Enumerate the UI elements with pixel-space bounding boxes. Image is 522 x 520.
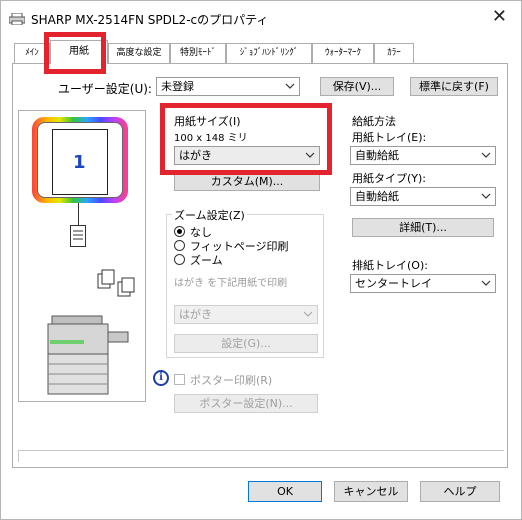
tab-job-handling[interactable]: ｼﾞｮﾌﾞﾊﾝﾄﾞﾘﾝｸﾞ xyxy=(226,43,312,63)
paper-size-select[interactable]: はがき xyxy=(174,146,320,165)
window-title: SHARP MX-2514FN SPDL2-cのプロパティ xyxy=(31,13,269,27)
paper-tray-value: 自動給紙 xyxy=(355,149,399,162)
zoom-group-title: ズーム設定(Z) xyxy=(172,207,247,223)
user-settings-label: ユーザー設定(U): xyxy=(58,82,152,96)
paper-size-value: はがき xyxy=(179,149,212,162)
tab-advanced[interactable]: 高度な設定 xyxy=(108,43,170,63)
fit-paper-value: はがき xyxy=(179,308,212,321)
close-icon[interactable]: ✕ xyxy=(492,8,507,26)
chevron-down-icon xyxy=(303,311,313,317)
paper-type-value: 自動給紙 xyxy=(355,190,399,203)
output-tray-select[interactable]: センタートレイ xyxy=(350,274,496,293)
paper-size-label: 用紙サイズ(I) xyxy=(174,115,241,128)
tab-color[interactable]: ｶﾗｰ xyxy=(374,43,414,63)
tab-paper[interactable]: 用紙 xyxy=(50,40,108,64)
printer-machine-icon xyxy=(47,315,129,395)
fit-paper-select[interactable]: はがき xyxy=(174,305,318,324)
ok-button[interactable]: OK xyxy=(248,481,322,502)
poster-print-label: ポスター印刷(R) xyxy=(190,374,273,387)
info-icon: i xyxy=(153,370,169,386)
user-settings-select[interactable]: 未登録 xyxy=(156,77,300,96)
tab-main[interactable]: ﾒｲﾝ xyxy=(14,43,50,63)
chevron-down-icon xyxy=(481,193,491,199)
zoom-label: ズーム xyxy=(190,254,223,267)
chevron-down-icon xyxy=(305,152,315,158)
zoom-none-radio[interactable] xyxy=(174,226,185,237)
preview-connector xyxy=(78,203,79,225)
paper-type-select[interactable]: 自動給紙 xyxy=(350,187,496,206)
help-button[interactable]: ヘルプ xyxy=(420,481,500,502)
collate-icon xyxy=(97,269,135,297)
page-number: 1 xyxy=(73,152,86,173)
poster-print-checkbox[interactable] xyxy=(174,374,185,385)
save-button[interactable]: 保存(V)... xyxy=(320,77,394,96)
output-tray-label: 排紙トレイ(O): xyxy=(352,259,428,272)
color-preview-frame: 1 xyxy=(32,117,128,203)
paper-tray-select[interactable]: 自動給紙 xyxy=(350,146,496,165)
bottom-divider-tick xyxy=(18,450,19,462)
fit-page-radio[interactable] xyxy=(174,240,185,251)
reset-default-button[interactable]: 標準に戻す(F) xyxy=(410,77,498,96)
zoom-radio[interactable] xyxy=(174,254,185,265)
paper-type-label: 用紙タイプ(Y): xyxy=(352,172,427,185)
feed-method-title: 給紙方法 xyxy=(352,115,396,128)
bottom-divider xyxy=(18,450,504,451)
poster-settings-button[interactable]: ポスター設定(N)... xyxy=(174,394,318,413)
cancel-button[interactable]: キャンセル xyxy=(334,481,408,502)
title-bar[interactable]: SHARP MX-2514FN SPDL2-cのプロパティ ✕ xyxy=(1,1,521,37)
zoom-settings-button[interactable]: 設定(G)... xyxy=(174,334,318,353)
chevron-down-icon xyxy=(481,280,491,286)
detail-button[interactable]: 詳細(T)... xyxy=(352,218,494,237)
tab-special-mode[interactable]: 特別ﾓｰﾄﾞ xyxy=(170,43,226,63)
paper-tray-label: 用紙トレイ(E): xyxy=(352,131,427,144)
user-settings-value: 未登録 xyxy=(161,80,194,93)
printer-icon xyxy=(9,13,25,25)
document-icon xyxy=(70,225,86,247)
output-tray-value: センタートレイ xyxy=(355,277,432,290)
paper-size-dimensions: 100 x 148 ミリ xyxy=(174,133,248,144)
custom-size-button[interactable]: カスタム(M)... xyxy=(174,172,320,191)
paper-preview: 1 xyxy=(52,129,108,195)
chevron-down-icon xyxy=(285,83,295,89)
tab-watermark[interactable]: ｳｫｰﾀｰﾏｰｸ xyxy=(312,43,374,63)
fit-to-paper-label: はがき を下記用紙で印刷 xyxy=(174,278,288,289)
chevron-down-icon xyxy=(481,152,491,158)
